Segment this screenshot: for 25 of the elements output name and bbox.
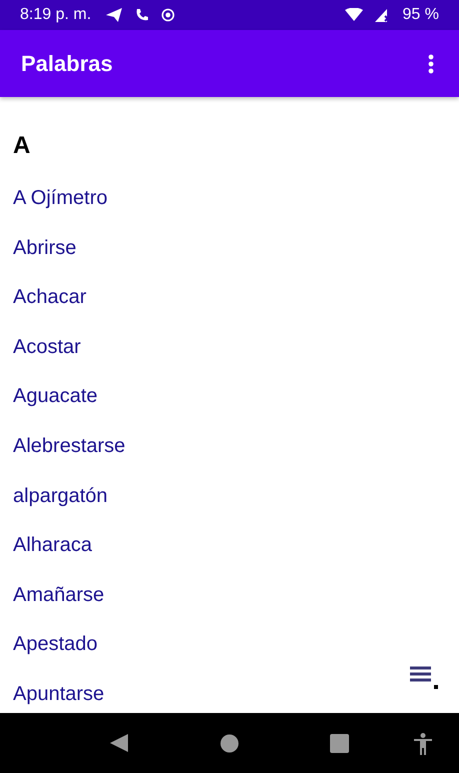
home-icon[interactable] <box>220 734 239 752</box>
word-item[interactable]: Apestado <box>13 629 446 679</box>
wifi-icon <box>344 8 363 22</box>
app-title: Palabras <box>21 50 113 76</box>
recents-icon[interactable] <box>330 734 349 752</box>
section-header: A <box>13 132 32 161</box>
word-item[interactable]: alpargatón <box>13 480 446 530</box>
word-item[interactable]: Acostar <box>13 332 446 382</box>
status-time: 8:19 p. m. <box>20 6 92 24</box>
word-item[interactable]: Apuntarse <box>13 678 446 713</box>
word-item[interactable]: A Ojímetro <box>13 183 446 233</box>
battery-level: 95 % <box>402 6 439 24</box>
word-item[interactable]: Achacar <box>13 282 446 332</box>
word-item[interactable]: Amañarse <box>13 580 446 630</box>
phone-icon <box>135 8 150 22</box>
word-item[interactable]: Abrirse <box>13 232 446 282</box>
word-item[interactable]: Alharaca <box>13 530 446 580</box>
list-icon[interactable] <box>410 665 438 689</box>
send-icon <box>105 7 124 23</box>
back-icon[interactable] <box>109 733 129 753</box>
accessibility-icon[interactable] <box>414 733 432 755</box>
target-icon <box>161 8 176 22</box>
more-icon[interactable] <box>428 54 434 74</box>
word-item[interactable]: Alebrestarse <box>13 430 446 481</box>
word-item[interactable]: Aguacate <box>13 381 446 431</box>
